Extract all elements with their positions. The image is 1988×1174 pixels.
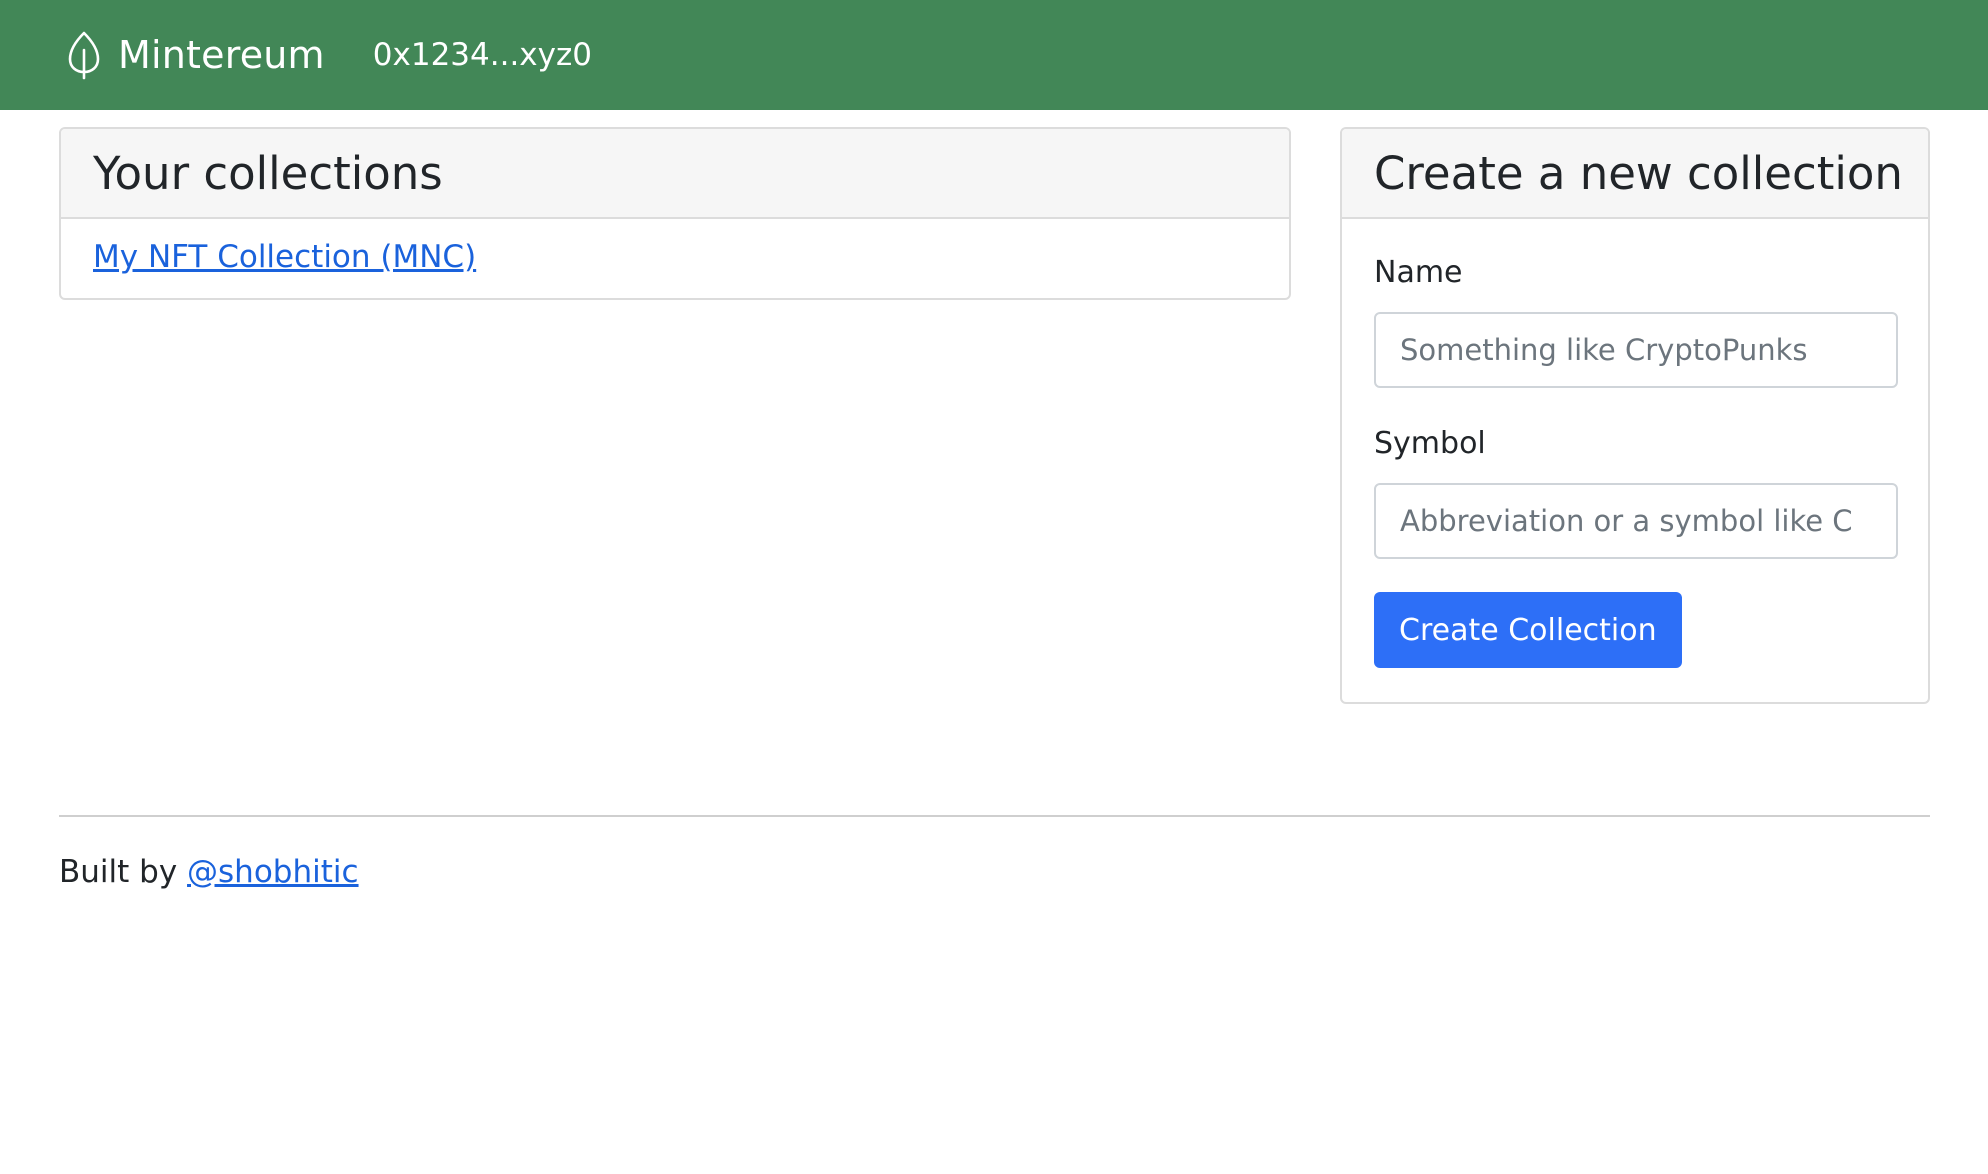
name-input[interactable] — [1374, 312, 1898, 388]
create-collection-card: Create a new collection Name Symbol Crea… — [1340, 127, 1930, 704]
collections-list: My NFT Collection (MNC) — [61, 219, 1289, 275]
footer: Built by @shobhitic — [59, 854, 359, 890]
collections-card-header: Your collections — [61, 129, 1289, 219]
brand-name: Mintereum — [118, 33, 325, 77]
create-collection-form: Name Symbol Create Collection — [1342, 219, 1928, 668]
footer-prefix: Built by — [59, 854, 188, 890]
create-card-header: Create a new collection — [1342, 129, 1928, 219]
collections-title: Your collections — [93, 146, 443, 200]
collections-card: Your collections My NFT Collection (MNC) — [59, 127, 1291, 300]
author-link[interactable]: @shobhitic — [187, 854, 359, 890]
create-collection-title: Create a new collection — [1374, 146, 1903, 200]
name-label: Name — [1374, 255, 1463, 290]
wallet-address: 0x1234...xyz0 — [372, 37, 592, 73]
leaf-icon — [66, 30, 102, 80]
footer-divider — [59, 815, 1930, 817]
collection-link-mnc[interactable]: My NFT Collection (MNC) — [93, 239, 476, 275]
brand-link[interactable]: Mintereum — [66, 30, 325, 80]
symbol-label: Symbol — [1374, 426, 1486, 461]
create-collection-button[interactable]: Create Collection — [1374, 592, 1682, 668]
top-navbar: Mintereum 0x1234...xyz0 — [0, 0, 1988, 110]
symbol-input[interactable] — [1374, 483, 1898, 559]
field-spacer — [1374, 388, 1896, 426]
